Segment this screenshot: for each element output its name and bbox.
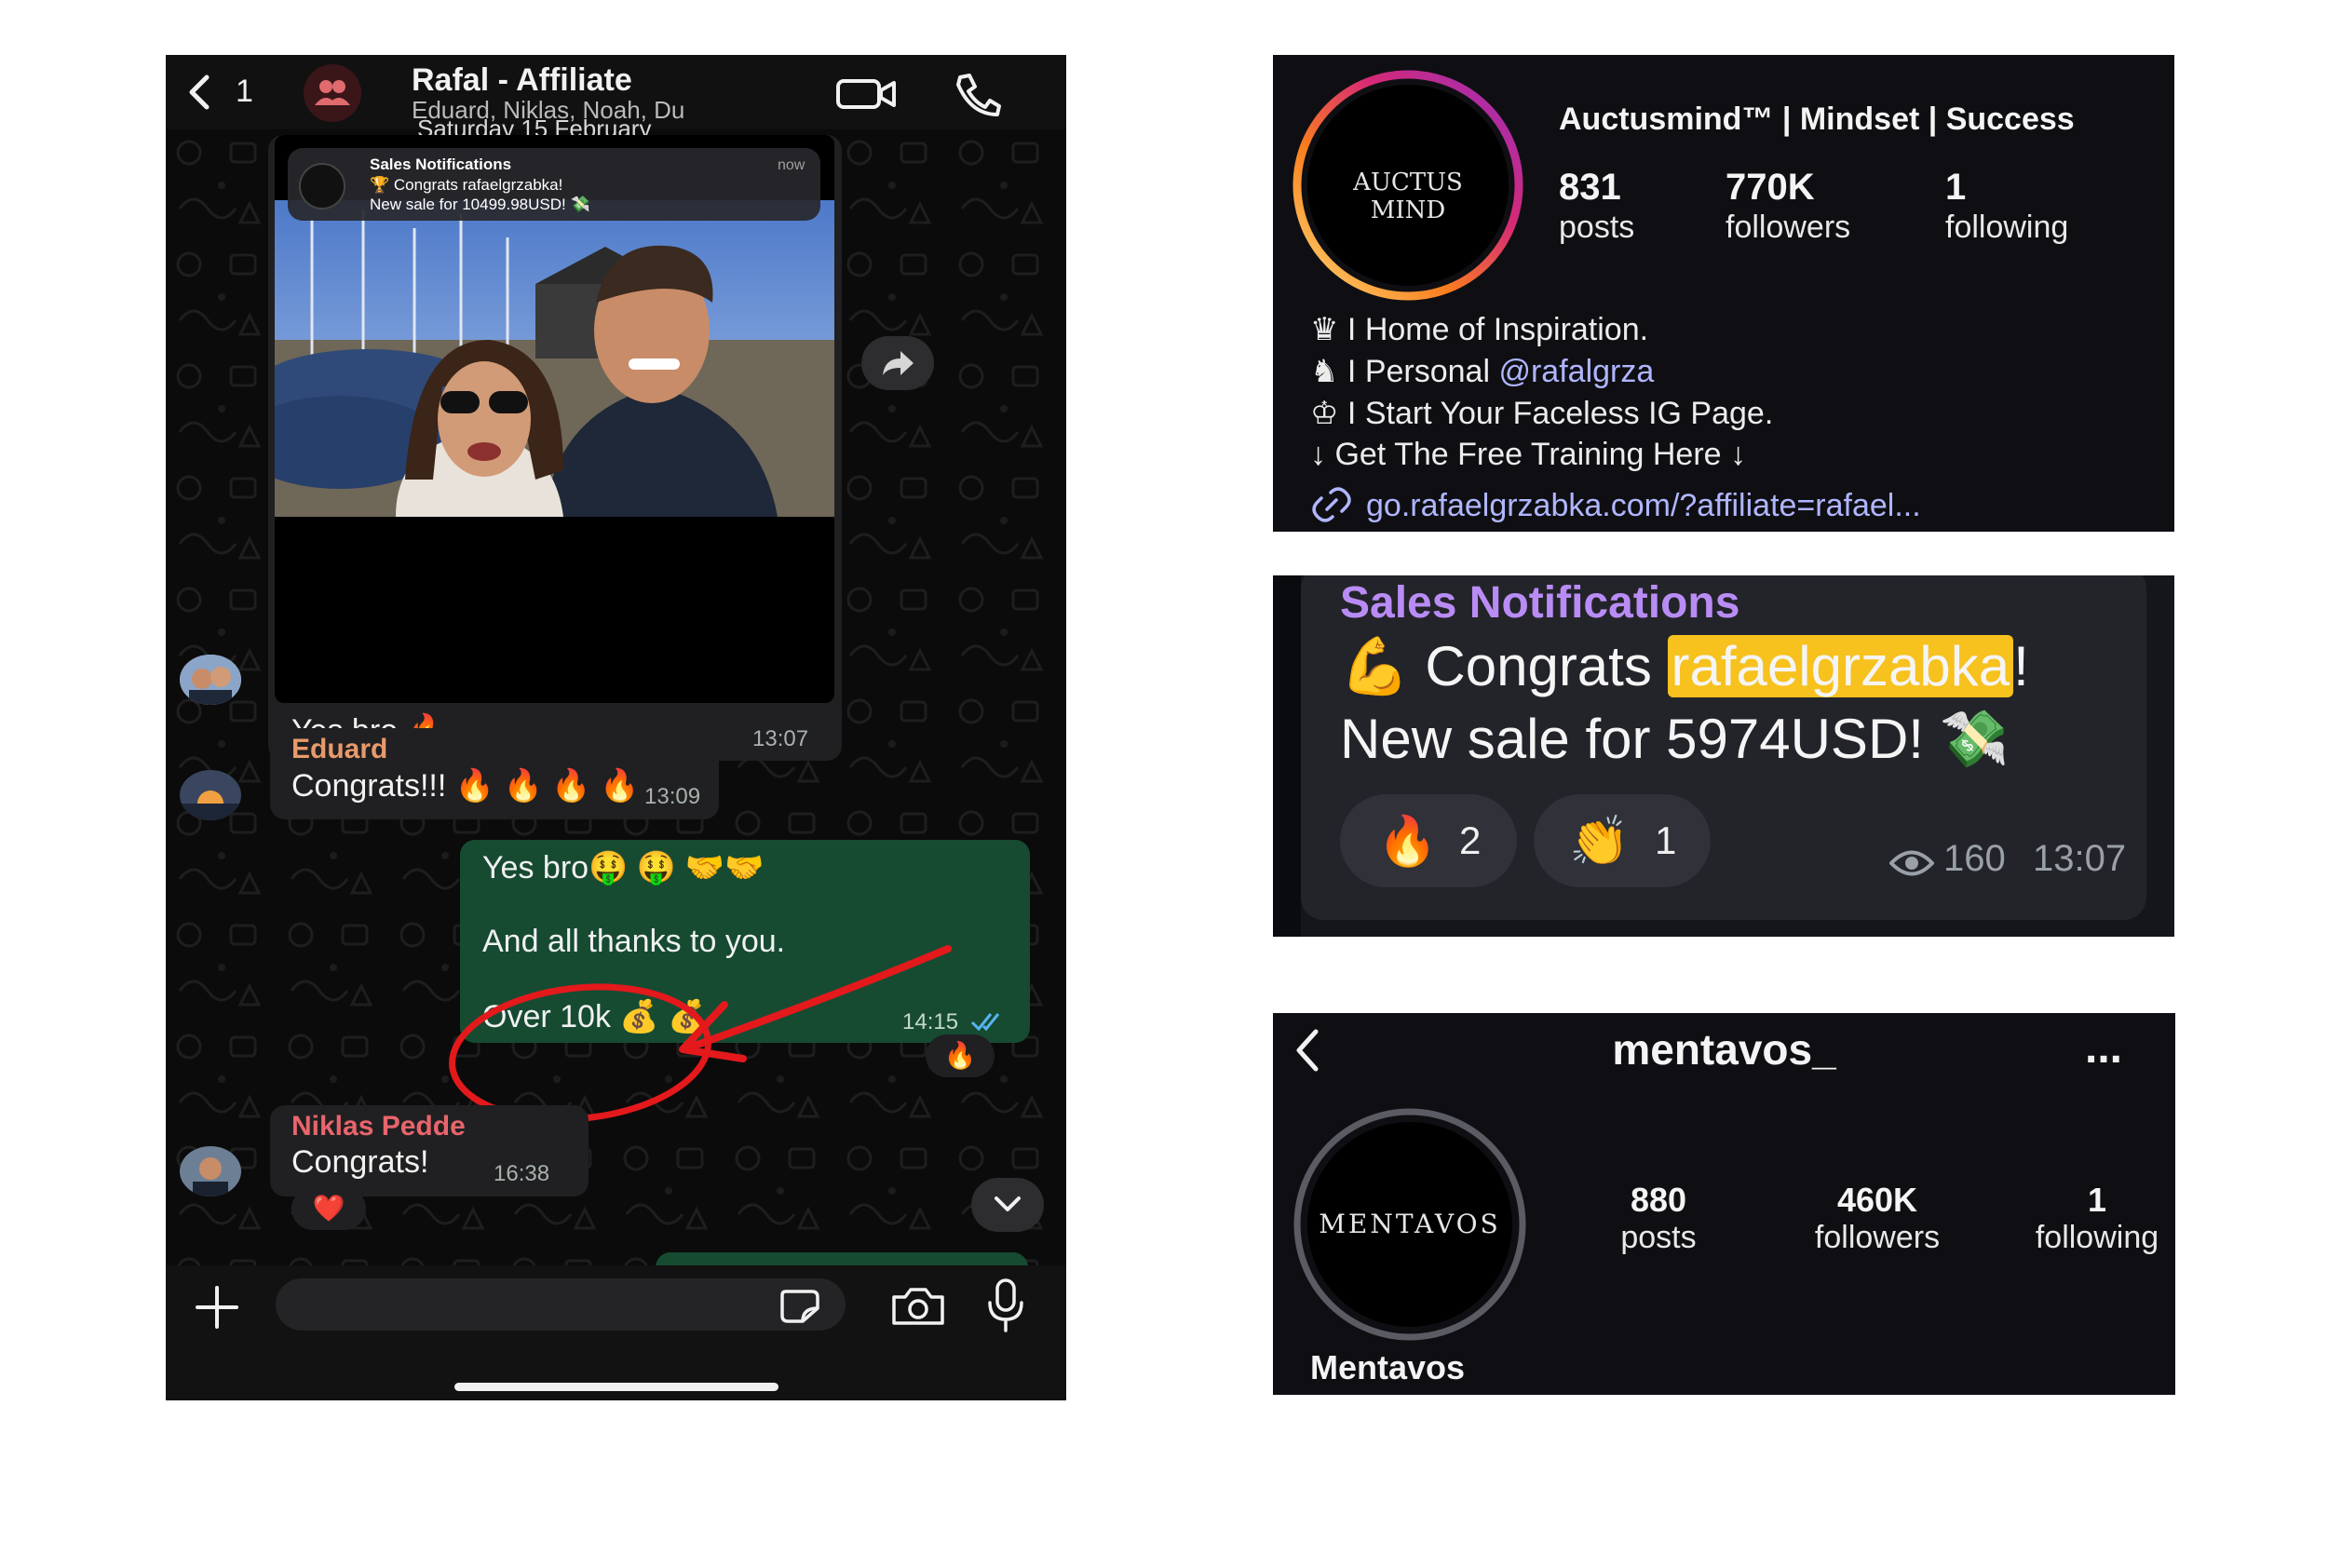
- avatar-text: MENTAVOS: [1319, 1209, 1501, 1239]
- message-input[interactable]: [276, 1278, 846, 1331]
- forward-button[interactable]: [861, 336, 934, 390]
- followers-label: followers: [1726, 210, 1851, 245]
- more-options-icon[interactable]: ...: [2085, 1022, 2122, 1074]
- plus-icon[interactable]: [194, 1284, 240, 1331]
- clap-emoji: 👏: [1569, 815, 1630, 869]
- notification-time: now: [778, 157, 805, 173]
- microphone-icon[interactable]: [985, 1278, 1026, 1334]
- message-time: 13:07: [752, 726, 809, 751]
- unread-count: 1: [236, 74, 253, 109]
- followers-count[interactable]: 460K: [1784, 1181, 1970, 1220]
- harbour-selfie-photo: [275, 200, 834, 517]
- avatar-text: AUCTUS MIND: [1353, 169, 1463, 224]
- whatsapp-chat-screenshot: 1 Rafal - Affiliate Eduard, Niklas, Noah…: [166, 55, 1066, 1400]
- left-edge: [1273, 575, 1301, 937]
- following-label: following: [1945, 210, 2069, 245]
- sender-avatar[interactable]: [180, 770, 241, 820]
- post-bubble[interactable]: Sales Notifications 💪 Congrats rafaelgrz…: [1301, 575, 2146, 920]
- posts-count[interactable]: 880: [1584, 1181, 1733, 1220]
- congrats-text: 💪 Congrats: [1340, 635, 1668, 697]
- video-call-icon[interactable]: [836, 77, 898, 109]
- reaction-count: 1: [1655, 818, 1677, 862]
- chevron-down-icon: [995, 1196, 1021, 1211]
- instagram-profile-mentavos: mentavos_ ... MENTAVOS 880 posts 460K fo…: [1273, 1013, 2175, 1395]
- followers-label: followers: [1814, 1220, 1941, 1255]
- posts-label: posts: [1559, 210, 1635, 245]
- channel-name[interactable]: Sales Notifications: [1340, 577, 1739, 629]
- reaction-count: 2: [1459, 818, 1482, 862]
- sticker-icon[interactable]: [778, 1288, 821, 1325]
- eye-icon: [1889, 850, 1934, 876]
- exclaim-text: !: [2013, 635, 2029, 697]
- profile-link[interactable]: go.rafaelgrzabka.com/?affiliate=rafael..…: [1366, 488, 1921, 524]
- sales-notification-banner: Sales Notifications 🏆 Congrats rafaelgrz…: [288, 148, 820, 221]
- image-message-bubble[interactable]: Sales Notifications 🏆 Congrats rafaelgrz…: [268, 135, 842, 761]
- phone-icon[interactable]: [953, 72, 1001, 116]
- post-line1: 💪 Congrats rafaelgrzabka!: [1340, 633, 2029, 699]
- message-line1: Yes bro🤑 🤑 🤝🤝: [482, 850, 765, 885]
- bio-line-2-text: ♞ I Personal: [1310, 354, 1499, 389]
- sender-name: Niklas Pedde: [291, 1111, 466, 1142]
- following-count[interactable]: 1: [1945, 167, 1966, 209]
- message-bubble-eduard[interactable]: Eduard Congrats!!! 🔥 🔥 🔥 🔥 13:09: [270, 728, 719, 819]
- reaction-badge[interactable]: ❤️: [291, 1187, 366, 1230]
- highlighted-name: rafaelgrzabka: [1667, 635, 2014, 697]
- notification-app-icon: [299, 163, 345, 210]
- bio-line-1: ♛ I Home of Inspiration.: [1310, 312, 1649, 347]
- personal-handle-link[interactable]: @rafalgrza: [1498, 354, 1654, 389]
- back-arrow-icon[interactable]: [184, 74, 212, 111]
- sender-avatar[interactable]: [180, 1146, 241, 1196]
- message-time: 13:09: [644, 784, 701, 809]
- home-indicator: [454, 1383, 778, 1391]
- forward-icon: [883, 351, 914, 375]
- notification-app-name: Sales Notifications: [370, 155, 512, 173]
- link-icon: [1312, 487, 1351, 522]
- display-name: Mentavos: [1310, 1348, 1466, 1386]
- reaction-clap[interactable]: 👏 1: [1534, 794, 1711, 887]
- group-avatar[interactable]: [304, 64, 361, 122]
- profile-username: mentavos_: [1612, 1025, 1836, 1074]
- profile-name: Auctusmind™ | Mindset | Success: [1559, 101, 2075, 137]
- notification-line1: 🏆 Congrats rafaelgrzabka!: [370, 176, 563, 194]
- post-line2: New sale for 5974USD! 💸: [1340, 708, 2010, 770]
- bio-line-4: ↓ Get The Free Training Here ↓: [1310, 437, 1747, 472]
- bio-line-3: ♔ I Start Your Faceless IG Page.: [1310, 396, 1774, 431]
- message-bubble-niklas[interactable]: Niklas Pedde Congrats! 16:38: [270, 1105, 589, 1196]
- screenshot-image[interactable]: Sales Notifications 🏆 Congrats rafaelgrz…: [275, 135, 834, 703]
- reaction-fire[interactable]: 🔥 2: [1340, 794, 1517, 887]
- following-count[interactable]: 1: [2004, 1181, 2175, 1220]
- sender-name: Eduard: [291, 734, 388, 764]
- instagram-profile-auctusmind: AUCTUS MIND Auctusmind™ | Mindset | Succ…: [1273, 55, 2174, 532]
- followers-count[interactable]: 770K: [1726, 167, 1815, 209]
- notification-line2: New sale for 10499.98USD! 💸: [370, 196, 590, 213]
- scroll-down-button[interactable]: [971, 1178, 1044, 1232]
- camera-icon[interactable]: [890, 1286, 946, 1327]
- message-text: Congrats!: [291, 1144, 429, 1180]
- group-icon: [315, 80, 350, 105]
- bio-line-2: ♞ I Personal @rafalgrza: [1310, 353, 1654, 390]
- fire-emoji: 🔥: [1377, 815, 1438, 869]
- posts-count[interactable]: 831: [1559, 167, 1621, 209]
- sender-avatar[interactable]: [180, 655, 241, 705]
- following-label: following: [2035, 1220, 2159, 1255]
- input-bar: [166, 1265, 1066, 1400]
- message-time: 16:38: [494, 1161, 550, 1186]
- chat-title[interactable]: Rafal - Affiliate: [412, 62, 632, 99]
- telegram-channel-post: Sales Notifications 💪 Congrats rafaelgrz…: [1273, 575, 2174, 937]
- posts-label: posts: [1620, 1220, 1697, 1255]
- message-text: Congrats!!! 🔥 🔥 🔥 🔥: [291, 768, 640, 804]
- view-count: 160: [1943, 838, 2006, 879]
- post-time: 13:07: [2033, 838, 2127, 879]
